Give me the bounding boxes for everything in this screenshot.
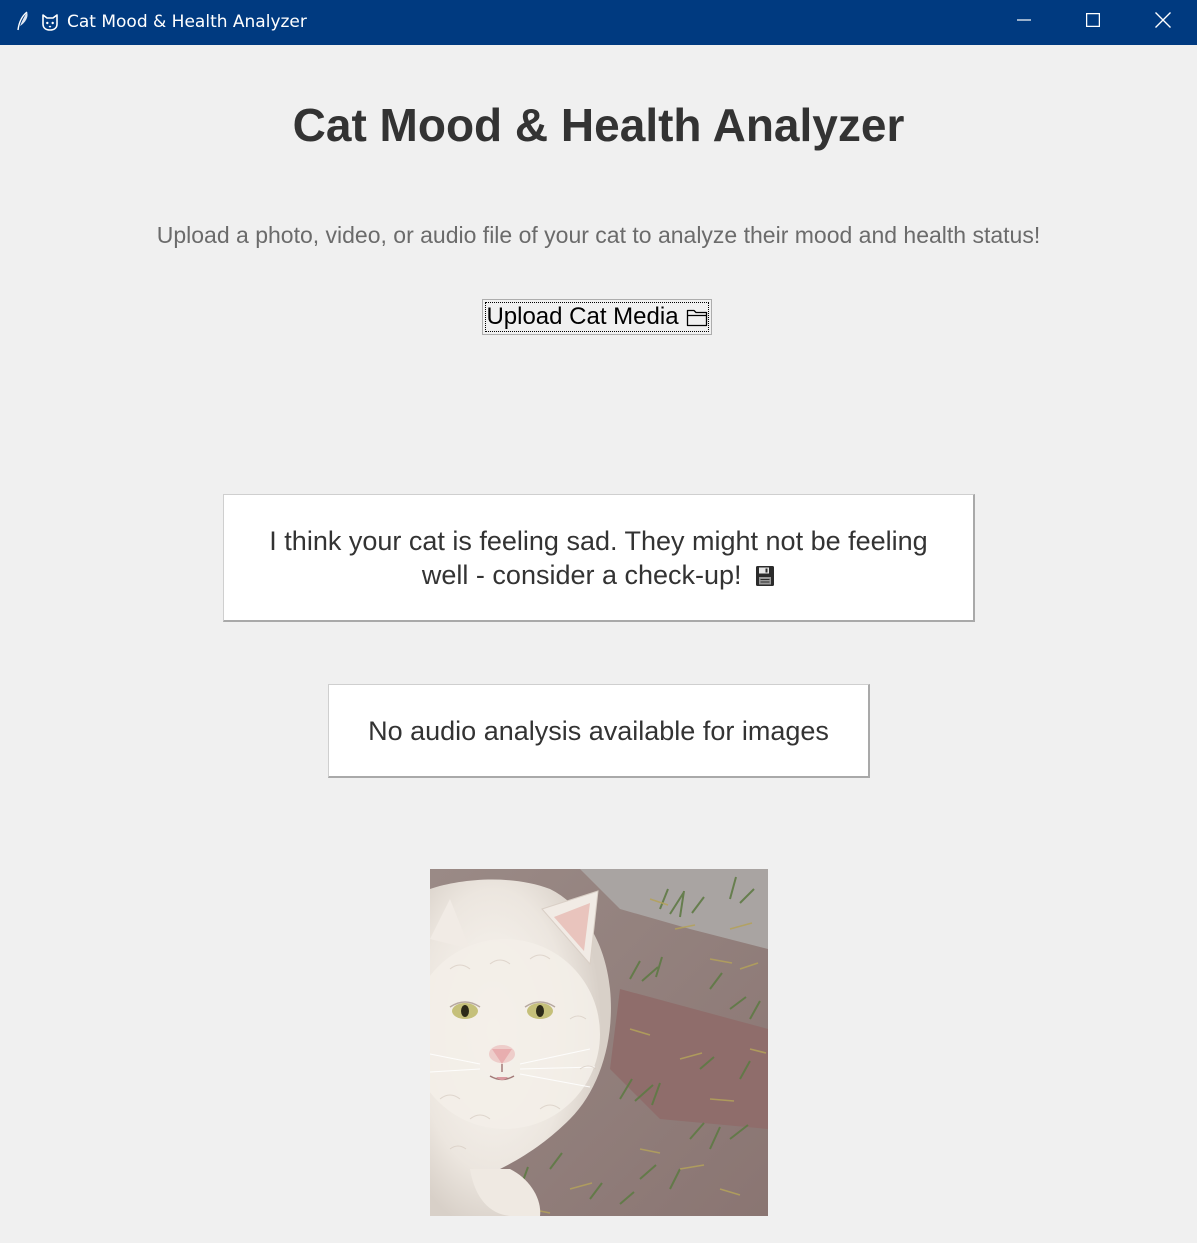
feather-icon	[14, 11, 32, 33]
title-bar[interactable]: Cat Mood & Health Analyzer	[0, 0, 1197, 45]
cat-face-icon	[40, 12, 60, 32]
close-button[interactable]	[1128, 0, 1197, 45]
audio-result-text: No audio analysis available for images	[368, 715, 829, 746]
minimize-icon	[1017, 13, 1031, 32]
upload-media-button[interactable]: Upload Cat Media	[482, 299, 712, 335]
mood-result-panel: I think your cat is feeling sad. They mi…	[223, 494, 975, 622]
floppy-disk-icon	[755, 561, 775, 586]
maximize-button[interactable]	[1058, 0, 1128, 45]
close-icon	[1155, 12, 1171, 33]
focus-ring	[485, 302, 709, 332]
window-title: Cat Mood & Health Analyzer	[67, 12, 307, 32]
page-subtitle: Upload a photo, video, or audio file of …	[156, 222, 1041, 248]
cat-photo	[430, 869, 768, 1216]
page-title: Cat Mood & Health Analyzer	[292, 99, 905, 151]
audio-result-panel: No audio analysis available for images	[328, 684, 870, 778]
app-window: Cat Mood & Health Analyzer Cat Mood & He…	[0, 0, 1197, 1243]
maximize-icon	[1085, 12, 1101, 32]
mood-result: I think your cat is feeling sad. They mi…	[249, 524, 949, 592]
minimize-button[interactable]	[989, 0, 1059, 45]
mood-result-text: I think your cat is feeling sad. They mi…	[269, 525, 928, 590]
